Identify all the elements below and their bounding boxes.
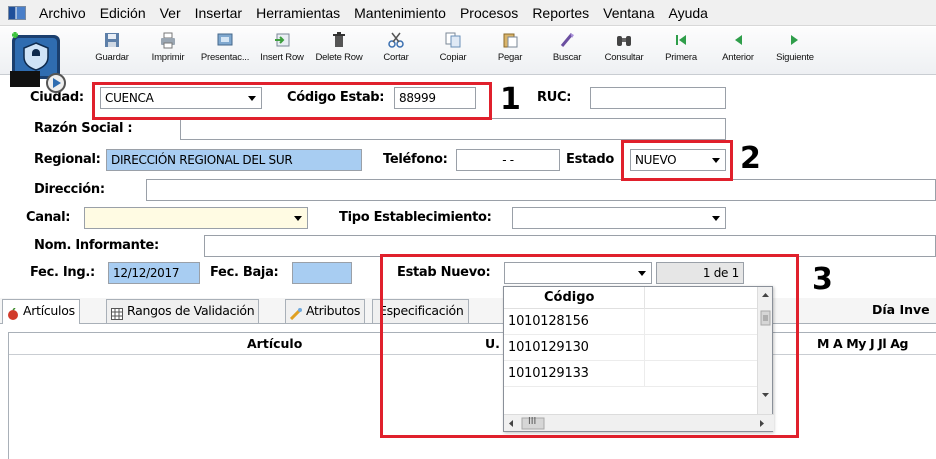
- previous-record-icon: [729, 31, 747, 49]
- menu-insertar[interactable]: Insertar: [188, 0, 249, 26]
- delete-row-icon: [330, 31, 348, 49]
- tipo-establecimiento-select[interactable]: [512, 207, 726, 229]
- razon-social-field[interactable]: [180, 118, 726, 140]
- menu-edicion[interactable]: Edición: [93, 0, 153, 26]
- save-icon: [103, 31, 121, 49]
- regional-label: Regional:: [34, 152, 101, 167]
- first-record-icon: [672, 31, 690, 49]
- presentation-button[interactable]: Presentac...: [195, 31, 255, 71]
- cut-button[interactable]: Cortar: [366, 31, 426, 71]
- tab-atributos[interactable]: Atributos: [285, 299, 366, 323]
- annotation-box-3: [380, 254, 799, 438]
- chevron-down-icon[interactable]: [709, 211, 723, 225]
- col-days: M A My J Jl Ag: [817, 336, 909, 351]
- scissors-icon: [387, 31, 405, 49]
- menu-ayuda[interactable]: Ayuda: [662, 0, 715, 26]
- delete-row-button[interactable]: Delete Row: [309, 31, 369, 71]
- telefono-label: Teléfono:: [383, 152, 448, 167]
- estado-label: Estado: [566, 152, 615, 167]
- ruc-label: RUC:: [537, 90, 572, 105]
- menu-procesos[interactable]: Procesos: [453, 0, 525, 26]
- printer-icon: [159, 31, 177, 49]
- previous-record-button[interactable]: Anterior: [708, 31, 768, 71]
- save-button[interactable]: Guardar: [82, 31, 142, 71]
- toolbar: Guardar Imprimir Presentac... Insert Row…: [0, 27, 936, 93]
- annotation-box-1: [92, 82, 492, 120]
- app-logo-icon: [6, 29, 70, 93]
- search-button[interactable]: Buscar: [537, 31, 597, 71]
- canal-select[interactable]: [84, 207, 308, 229]
- col-articulo[interactable]: Artículo: [247, 336, 302, 351]
- next-record-icon: [786, 31, 804, 49]
- apple-icon: [7, 305, 19, 320]
- annotation-number-1: 1: [500, 82, 521, 117]
- tab-articulos[interactable]: Artículos: [2, 299, 80, 324]
- tipo-establecimiento-label: Tipo Establecimiento:: [339, 210, 492, 225]
- menu-ver[interactable]: Ver: [153, 0, 188, 26]
- annotation-number-2: 2: [740, 141, 761, 176]
- menu-bar: Archivo Edición Ver Insertar Herramienta…: [0, 0, 936, 26]
- nom-informante-label: Nom. Informante:: [34, 238, 159, 253]
- attributes-icon: [289, 305, 303, 321]
- tab-rangos-validacion[interactable]: Rangos de Validación: [106, 299, 260, 323]
- fec-ing-field[interactable]: 12/12/2017: [108, 262, 200, 284]
- annotation-number-3: 3: [812, 262, 833, 297]
- consult-button[interactable]: Consultar: [594, 31, 654, 71]
- razon-social-label: Razón Social :: [34, 121, 133, 136]
- dia-inventario-header: Día Inve: [872, 302, 930, 317]
- paste-icon: [501, 31, 519, 49]
- telefono-field[interactable]: - -: [456, 149, 560, 171]
- insert-row-button[interactable]: Insert Row: [252, 31, 312, 71]
- direccion-field[interactable]: [146, 179, 936, 201]
- canal-label: Canal:: [26, 210, 71, 225]
- direccion-label: Dirección:: [34, 182, 105, 197]
- menu-mantenimiento[interactable]: Mantenimiento: [347, 0, 453, 26]
- next-record-button[interactable]: Siguiente: [765, 31, 825, 71]
- menu-ventana[interactable]: Ventana: [596, 0, 661, 26]
- search-icon: [558, 31, 576, 49]
- paste-button[interactable]: Pegar: [480, 31, 540, 71]
- copy-button[interactable]: Copiar: [423, 31, 483, 71]
- annotation-box-2: [621, 140, 733, 181]
- menu-herramientas[interactable]: Herramientas: [249, 0, 347, 26]
- insert-row-icon: [273, 31, 291, 49]
- fec-ing-label: Fec. Ing.:: [30, 265, 95, 280]
- regional-field[interactable]: DIRECCIÓN REGIONAL DEL SUR: [106, 149, 362, 171]
- presentation-icon: [216, 31, 234, 49]
- binoculars-icon: [615, 31, 633, 49]
- window-system-icon[interactable]: [8, 5, 26, 20]
- fec-baja-label: Fec. Baja:: [210, 265, 279, 280]
- chevron-down-icon[interactable]: [291, 211, 305, 225]
- copy-icon: [444, 31, 462, 49]
- print-button[interactable]: Imprimir: [138, 31, 198, 71]
- menu-archivo[interactable]: Archivo: [32, 0, 93, 26]
- first-record-button[interactable]: Primera: [651, 31, 711, 71]
- grid-icon: [111, 305, 123, 320]
- menu-reportes[interactable]: Reportes: [525, 0, 596, 26]
- fec-baja-field[interactable]: [292, 262, 352, 284]
- ruc-field[interactable]: [590, 87, 726, 109]
